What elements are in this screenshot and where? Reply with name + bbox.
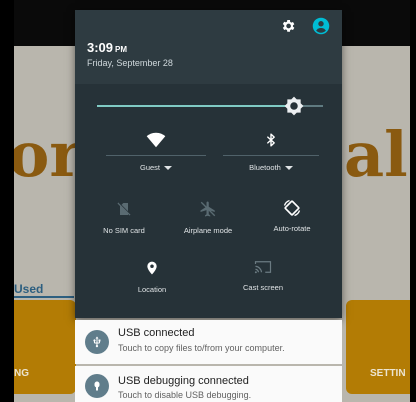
no-sim-label: No SIM card: [103, 226, 145, 235]
wifi-divider: [106, 155, 206, 156]
tile-auto-rotate[interactable]: Auto-rotate: [249, 198, 335, 233]
clock-time: 3:09: [87, 40, 114, 55]
debug-bug-icon: [85, 374, 109, 398]
wifi-network-label: Guest: [139, 163, 160, 172]
brightness-track-filled: [97, 105, 294, 107]
bluetooth-icon: [267, 133, 275, 147]
usb-icon: [85, 330, 109, 354]
account-circle-icon[interactable]: [312, 17, 330, 35]
notification-title: USB debugging connected: [118, 375, 249, 387]
notification-body: Touch to disable USB debugging.: [118, 390, 252, 400]
app-tile-settings-label: SETTIN: [370, 368, 406, 379]
chevron-down-icon: [284, 165, 293, 170]
brightness-icon[interactable]: [284, 96, 304, 116]
tab-used[interactable]: Used: [14, 282, 43, 296]
brightness-slider[interactable]: [97, 94, 323, 118]
auto-rotate-icon: [283, 199, 301, 217]
app-tile-left-label: NG: [14, 368, 29, 379]
shade-header: 3:09 PM Friday, September 28: [75, 10, 342, 84]
wifi-label-group[interactable]: Guest: [140, 163, 172, 172]
notification-title: USB connected: [118, 327, 195, 339]
bluetooth-divider: [223, 155, 319, 156]
gear-icon[interactable]: [280, 18, 296, 34]
airplane-mode-label: Airplane mode: [183, 226, 233, 235]
auto-rotate-label: Auto-rotate: [273, 224, 311, 233]
location-pin-icon: [147, 261, 157, 275]
app-tile-settings[interactable]: [346, 300, 410, 394]
notification-body: Touch to copy files to/from your compute…: [118, 343, 285, 353]
screen: or al Used NG SETTIN 3:09 PM Friday, Sept…: [0, 0, 416, 402]
app-logo-left: or: [14, 118, 83, 191]
app-logo-right: al: [344, 118, 408, 191]
chevron-down-icon: [164, 165, 172, 170]
bluetooth-label: Bluetooth: [249, 163, 281, 172]
no-sim-icon: [117, 202, 131, 216]
tile-location[interactable]: Location: [108, 259, 196, 294]
cast-icon: [254, 261, 272, 274]
clock-ampm: PM: [115, 45, 128, 54]
app-tile-left[interactable]: [14, 300, 76, 394]
location-label: Location: [137, 285, 167, 294]
cast-screen-label: Cast screen: [242, 283, 284, 292]
clock: 3:09 PM: [87, 40, 127, 55]
tile-airplane-mode[interactable]: Airplane mode: [165, 200, 251, 235]
bluetooth-label-group[interactable]: Bluetooth: [249, 163, 293, 172]
tile-cast-screen[interactable]: Cast screen: [219, 259, 307, 292]
tile-wifi[interactable]: Guest: [106, 132, 206, 175]
quick-settings-panel: 3:09 PM Friday, September 28 Guest Bluet…: [75, 10, 342, 318]
wifi-icon: [146, 132, 166, 148]
airplane-icon: [200, 201, 216, 217]
date-label: Friday, September 28: [87, 58, 173, 68]
notification-usb-debugging[interactable]: USB debugging connected Touch to disable…: [75, 366, 342, 402]
tile-bluetooth[interactable]: Bluetooth: [223, 132, 319, 175]
tab-used-indicator: [14, 296, 74, 298]
tile-no-sim[interactable]: No SIM card: [81, 200, 167, 235]
notification-usb-connected[interactable]: USB connected Touch to copy files to/fro…: [75, 320, 342, 364]
